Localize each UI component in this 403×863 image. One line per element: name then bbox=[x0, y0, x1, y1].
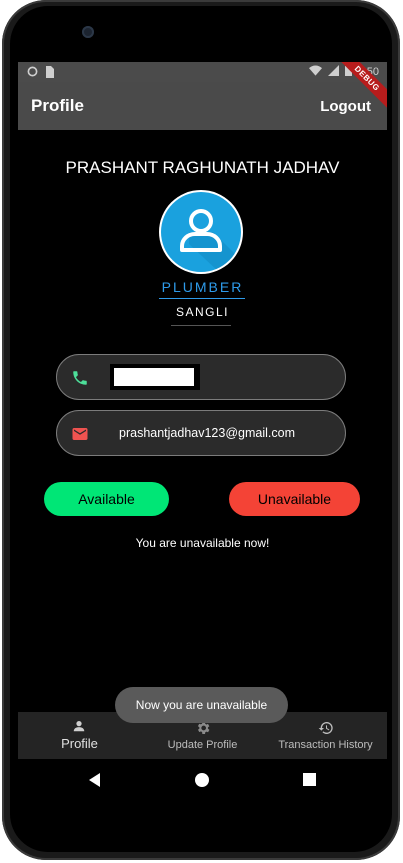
front-camera bbox=[82, 26, 94, 38]
nav-label-update-profile: Update Profile bbox=[167, 739, 238, 751]
signal-icon bbox=[327, 65, 339, 79]
email-field: prashantjadhav123@gmail.com bbox=[56, 410, 346, 456]
profile-role: PLUMBER bbox=[161, 279, 244, 295]
phone-icon bbox=[71, 369, 89, 387]
toast-notification: Now you are unavailable bbox=[115, 687, 288, 723]
role-divider bbox=[159, 298, 245, 299]
available-button[interactable]: Available bbox=[44, 482, 169, 516]
email-value: prashantjadhav123@gmail.com bbox=[119, 426, 295, 440]
recents-icon[interactable] bbox=[303, 773, 316, 791]
city-divider bbox=[171, 325, 231, 326]
profile-city: SANGLI bbox=[175, 305, 229, 319]
device-screen: 7:50 Profile Logout DEBUG PRASHANT RAGHU… bbox=[18, 62, 387, 802]
availability-status-message: You are unavailable now! bbox=[135, 536, 270, 550]
status-bar: 7:50 bbox=[18, 62, 387, 82]
profile-name: PRASHANT RAGHUNATH JADHAV bbox=[65, 158, 340, 177]
app-bar: Profile Logout bbox=[18, 82, 387, 130]
email-icon bbox=[71, 425, 89, 443]
gear-icon bbox=[195, 720, 211, 741]
person-avatar-icon bbox=[161, 192, 241, 272]
phone-number-redacted bbox=[110, 364, 200, 390]
nav-item-transaction-history[interactable]: Transaction History bbox=[264, 712, 387, 759]
home-icon[interactable] bbox=[195, 773, 209, 792]
unavailable-button[interactable]: Unavailable bbox=[229, 482, 360, 516]
redaction-box bbox=[114, 368, 194, 386]
avatar bbox=[159, 190, 243, 274]
page-title: Profile bbox=[31, 96, 84, 115]
logout-button[interactable]: Logout bbox=[320, 98, 371, 115]
phone-field bbox=[56, 354, 346, 400]
nav-label-profile: Profile bbox=[61, 736, 98, 751]
record-icon bbox=[27, 66, 38, 81]
history-icon bbox=[318, 720, 334, 741]
system-navigation-bar bbox=[18, 759, 387, 802]
wifi-icon bbox=[308, 65, 322, 79]
nav-label-transaction-history: Transaction History bbox=[278, 739, 373, 751]
sim-icon bbox=[44, 66, 54, 81]
back-icon[interactable] bbox=[88, 773, 102, 792]
